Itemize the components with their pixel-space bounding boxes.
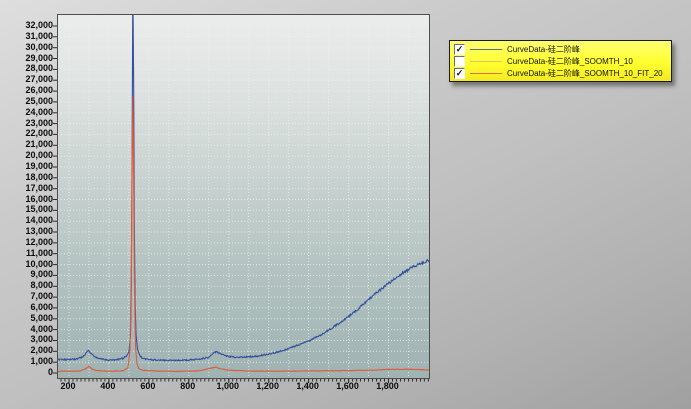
legend-line-sample-1 bbox=[470, 61, 502, 62]
x-tick-label: 400 bbox=[86, 381, 130, 391]
y-tick-label: 0 bbox=[0, 367, 53, 377]
y-tick-label: 9,000 bbox=[0, 269, 53, 279]
y-tick-label: 14,000 bbox=[0, 215, 53, 225]
y-tick-label: 10,000 bbox=[0, 259, 53, 269]
x-tick-label: 1,600 bbox=[326, 381, 370, 391]
legend-item-label: CurveData-硅二阶峰 bbox=[507, 44, 580, 55]
y-tick-label: 23,000 bbox=[0, 118, 53, 128]
legend-item-label: CurveData-硅二阶峰_SOOMTH_10 bbox=[507, 56, 633, 67]
y-tick-label: 16,000 bbox=[0, 194, 53, 204]
y-tick-label: 29,000 bbox=[0, 53, 53, 63]
y-tick-label: 31,000 bbox=[0, 31, 53, 41]
y-tick-label: 11,000 bbox=[0, 248, 53, 258]
y-tick-label: 30,000 bbox=[0, 42, 53, 52]
legend-checkbox-0[interactable]: ✓ bbox=[454, 44, 465, 55]
legend-item-curvedata[interactable]: ✓ CurveData-硅二阶峰 bbox=[450, 43, 671, 55]
y-tick-label: 19,000 bbox=[0, 161, 53, 171]
y-tick-label: 22,000 bbox=[0, 128, 53, 138]
y-tick-label: 20,000 bbox=[0, 150, 53, 160]
y-tick-label: 21,000 bbox=[0, 139, 53, 149]
x-tick-label: 1,800 bbox=[366, 381, 410, 391]
y-tick-label: 6,000 bbox=[0, 302, 53, 312]
x-tick-label: 1,000 bbox=[206, 381, 250, 391]
y-tick-label: 4,000 bbox=[0, 324, 53, 334]
x-tick-label: 600 bbox=[126, 381, 170, 391]
x-tick-label: 800 bbox=[166, 381, 210, 391]
x-tick-label: 200 bbox=[46, 381, 90, 391]
y-tick-label: 26,000 bbox=[0, 85, 53, 95]
legend-checkbox-1[interactable] bbox=[454, 56, 465, 67]
legend-box: ✓ CurveData-硅二阶峰 CurveData-硅二阶峰_SOOMTH_1… bbox=[449, 40, 672, 82]
y-tick-label: 7,000 bbox=[0, 291, 53, 301]
y-tick-label: 12,000 bbox=[0, 237, 53, 247]
y-tick-label: 18,000 bbox=[0, 172, 53, 182]
y-tick-label: 5,000 bbox=[0, 313, 53, 323]
y-tick-label: 2,000 bbox=[0, 345, 53, 355]
y-tick-label: 13,000 bbox=[0, 226, 53, 236]
legend-item-label: CurveData-硅二阶峰_SOOMTH_10_FIT_20 bbox=[507, 68, 663, 79]
chart-window: 01,0002,0003,0004,0005,0006,0007,0008,00… bbox=[0, 0, 691, 409]
legend-checkbox-2[interactable]: ✓ bbox=[454, 68, 465, 79]
y-tick-label: 17,000 bbox=[0, 183, 53, 193]
legend-line-sample-2 bbox=[470, 73, 502, 74]
x-tick-label: 1,200 bbox=[246, 381, 290, 391]
y-tick-label: 1,000 bbox=[0, 356, 53, 366]
y-tick-label: 27,000 bbox=[0, 74, 53, 84]
legend-item-smooth10[interactable]: CurveData-硅二阶峰_SOOMTH_10 bbox=[450, 55, 671, 67]
y-tick-label: 24,000 bbox=[0, 107, 53, 117]
y-tick-label: 3,000 bbox=[0, 334, 53, 344]
y-tick-label: 8,000 bbox=[0, 280, 53, 290]
y-tick-label: 32,000 bbox=[0, 20, 53, 30]
chart-canvas bbox=[58, 15, 429, 378]
plot-area bbox=[57, 14, 430, 379]
legend-item-smooth10-fit20[interactable]: ✓ CurveData-硅二阶峰_SOOMTH_10_FIT_20 bbox=[450, 67, 671, 79]
legend-line-sample-0 bbox=[470, 49, 502, 50]
y-tick-label: 28,000 bbox=[0, 63, 53, 73]
x-tick-label: 1,400 bbox=[286, 381, 330, 391]
y-tick-label: 15,000 bbox=[0, 204, 53, 214]
y-tick-label: 25,000 bbox=[0, 96, 53, 106]
